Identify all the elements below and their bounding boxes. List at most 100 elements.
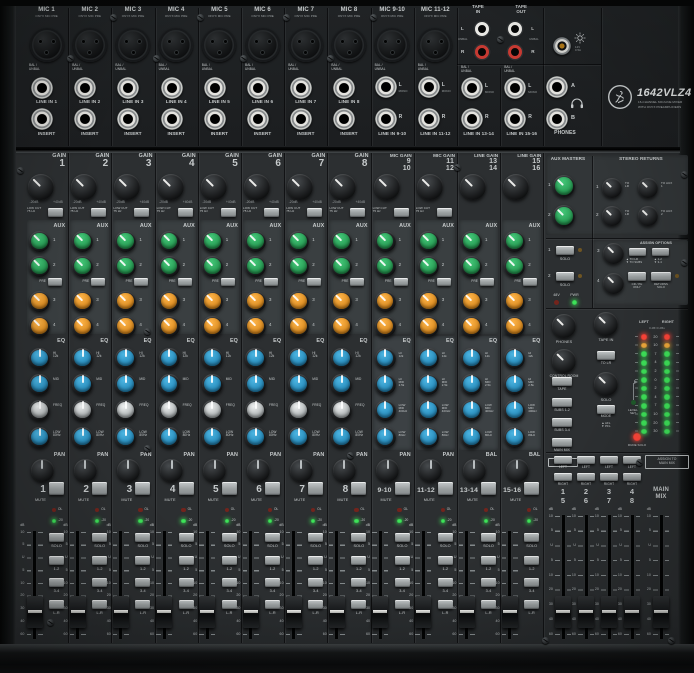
return-2-to-aux-knob[interactable] <box>638 206 658 226</box>
aux-1-knob[interactable] <box>504 230 526 252</box>
sub-2-left-button[interactable] <box>577 456 595 464</box>
eq-knob-1[interactable] <box>288 373 310 395</box>
sub-4-fader-cap[interactable] <box>624 596 640 628</box>
aux-3-knob[interactable] <box>245 290 266 312</box>
solo-button[interactable] <box>394 533 410 542</box>
eq-knob-2[interactable] <box>461 399 482 421</box>
gain-knob[interactable] <box>287 174 314 200</box>
eq-knob-3[interactable] <box>461 426 482 448</box>
eq-knob-3[interactable] <box>504 426 526 448</box>
eq-knob-0[interactable] <box>72 347 94 369</box>
sub-3-left-button[interactable] <box>600 456 618 464</box>
pre-button[interactable] <box>134 278 149 286</box>
mute-button[interactable] <box>481 482 496 495</box>
aux-3-knob[interactable] <box>504 290 526 312</box>
aux-4-knob[interactable] <box>331 315 353 337</box>
aux-1-knob[interactable] <box>72 230 94 252</box>
eq-knob-2[interactable] <box>374 399 396 421</box>
aux-4-knob[interactable] <box>461 315 482 337</box>
solo-level-knob[interactable] <box>594 372 618 396</box>
aux-4-knob[interactable] <box>288 315 310 337</box>
aux-4-knob[interactable] <box>29 315 50 337</box>
aux-3-knob[interactable] <box>461 290 482 312</box>
solo-button[interactable] <box>178 533 194 542</box>
mute-button[interactable] <box>221 482 237 495</box>
source-tape-button[interactable] <box>552 377 572 386</box>
pan-knob[interactable] <box>505 458 529 482</box>
eq-knob-0[interactable] <box>29 347 50 369</box>
pre-button[interactable] <box>264 278 278 286</box>
aux-master-2-solo-button[interactable] <box>556 272 574 281</box>
channel-fader-cap[interactable] <box>501 596 518 628</box>
aux-1-knob[interactable] <box>417 230 439 252</box>
aux-2-knob[interactable] <box>504 255 526 277</box>
assign-1-2-3-4-button[interactable] <box>652 248 669 256</box>
eq-knob-0[interactable] <box>115 347 137 369</box>
aux-3-knob[interactable] <box>115 290 137 312</box>
aux-2-knob[interactable] <box>461 255 482 277</box>
sub-2-fader-cap[interactable] <box>578 596 594 628</box>
pan-knob[interactable] <box>203 458 227 482</box>
sub-4-right-button[interactable] <box>623 473 641 481</box>
low-cut-button[interactable] <box>91 208 107 217</box>
eq-knob-0[interactable] <box>374 347 396 369</box>
pre-button[interactable] <box>523 278 538 286</box>
aux-4-knob[interactable] <box>245 315 266 337</box>
eq-knob-1[interactable] <box>374 373 396 395</box>
aux-3-knob[interactable] <box>158 290 180 312</box>
pan-knob[interactable] <box>30 458 54 482</box>
aux-4-knob[interactable] <box>417 315 439 337</box>
pre-button[interactable] <box>307 278 322 286</box>
eq-knob-1[interactable] <box>29 373 50 395</box>
pre-button[interactable] <box>91 278 106 286</box>
gain-knob[interactable] <box>71 174 98 200</box>
solo-mode-button[interactable] <box>597 405 615 414</box>
sub-1-right-button[interactable] <box>554 473 572 481</box>
main-mix-fader-cap[interactable] <box>653 596 669 628</box>
aux-4-knob[interactable] <box>158 315 180 337</box>
aux-2-knob[interactable] <box>288 255 310 277</box>
aux-1-knob[interactable] <box>201 230 223 252</box>
eq-knob-2[interactable] <box>201 399 223 421</box>
low-cut-button[interactable] <box>436 208 452 217</box>
eq-knob-3[interactable] <box>201 426 223 448</box>
eq-knob-3[interactable] <box>115 426 137 448</box>
low-cut-button[interactable] <box>220 208 236 217</box>
eq-knob-3[interactable] <box>158 426 180 448</box>
return-1-knob[interactable] <box>602 178 622 198</box>
pre-button[interactable] <box>220 278 235 286</box>
aux-1-knob[interactable] <box>29 230 50 252</box>
low-cut-button[interactable] <box>177 208 193 217</box>
pre-button[interactable] <box>350 278 365 286</box>
aux-2-knob[interactable] <box>29 255 50 277</box>
return-4-knob[interactable] <box>602 272 624 294</box>
channel-fader-cap[interactable] <box>458 596 475 628</box>
solo-button[interactable] <box>221 533 237 542</box>
eq-knob-2[interactable] <box>72 399 94 421</box>
eq-knob-3[interactable] <box>72 426 94 448</box>
aux-3-knob[interactable] <box>201 290 223 312</box>
low-cut-button[interactable] <box>48 208 63 217</box>
tape-to-lr-button[interactable] <box>597 351 615 360</box>
aux-2-knob[interactable] <box>331 255 353 277</box>
pre-button[interactable] <box>48 278 62 286</box>
aux-1-knob[interactable] <box>374 230 396 252</box>
assign-lr-button[interactable] <box>524 600 540 609</box>
aux-3-knob[interactable] <box>29 290 50 312</box>
mute-button[interactable] <box>178 482 194 495</box>
low-cut-button[interactable] <box>393 208 409 217</box>
eq-knob-0[interactable] <box>504 347 526 369</box>
cr-ph-only-button[interactable] <box>628 272 646 281</box>
aux-1-knob[interactable] <box>158 230 180 252</box>
solo-button[interactable] <box>92 533 108 542</box>
eq-knob-1[interactable] <box>331 373 353 395</box>
eq-knob-3[interactable] <box>288 426 310 448</box>
low-cut-button[interactable] <box>264 208 279 217</box>
eq-knob-0[interactable] <box>245 347 266 369</box>
channel-fader-cap[interactable] <box>372 596 389 628</box>
channel-fader-cap[interactable] <box>328 596 345 628</box>
eq-knob-1[interactable] <box>245 373 266 395</box>
eq-knob-3[interactable] <box>331 426 353 448</box>
solo-button[interactable] <box>265 533 280 542</box>
pan-knob[interactable] <box>73 458 97 482</box>
